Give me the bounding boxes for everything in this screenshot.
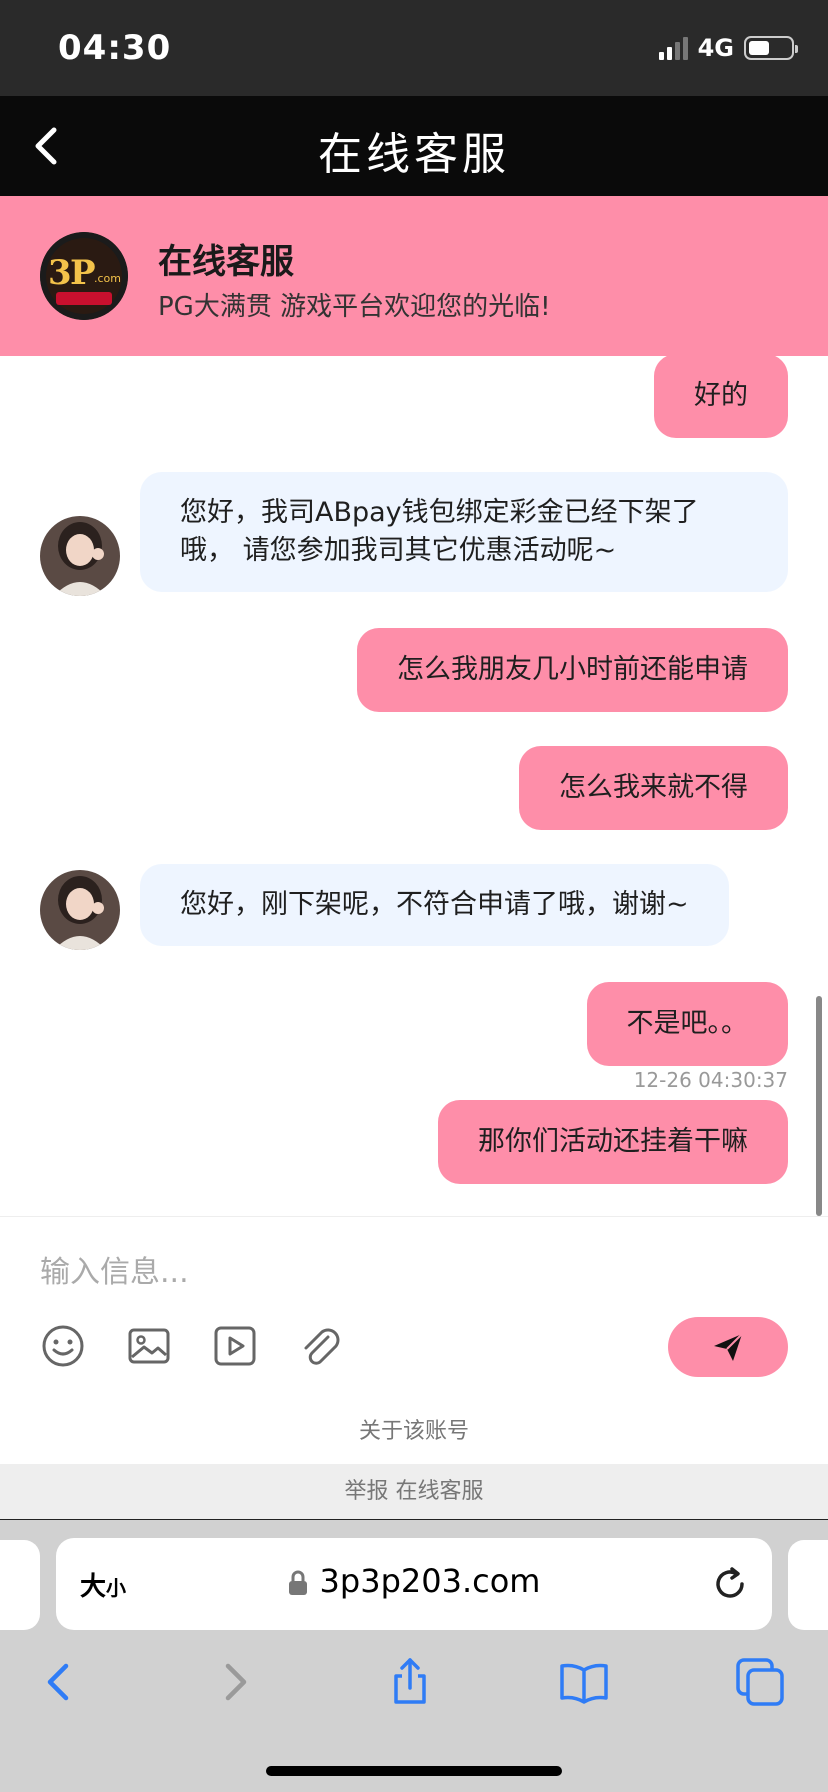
- message-outgoing: 不是吧。。: [586, 982, 788, 1066]
- page-title: 在线客服: [318, 129, 510, 180]
- next-tab-peek[interactable]: [788, 1540, 828, 1630]
- tabs-icon[interactable]: [734, 1656, 786, 1708]
- navigation-bar: 在线客服: [0, 96, 828, 196]
- browser-back-icon[interactable]: [32, 1656, 84, 1708]
- welcome-subtitle: PG大满贯 游戏平台欢迎您的光临!: [158, 292, 551, 322]
- svg-text:.com: .com: [94, 272, 121, 285]
- message-timestamp: 12-26 04:30:37: [633, 1068, 788, 1092]
- home-indicator: [266, 1766, 562, 1776]
- status-bar: 04:30 4G: [0, 0, 828, 96]
- browser-forward-icon[interactable]: [210, 1656, 262, 1708]
- brand-logo: 3 P .com: [40, 232, 128, 320]
- agent-avatar: [40, 870, 120, 950]
- message-composer: 关于该账号: [0, 1216, 828, 1464]
- scrollbar[interactable]: [816, 996, 822, 1216]
- status-time: 04:30: [58, 28, 172, 68]
- reload-icon[interactable]: [710, 1564, 750, 1604]
- agent-name: 在线客服: [158, 242, 294, 282]
- bookmarks-icon[interactable]: [558, 1656, 610, 1708]
- image-icon[interactable]: [126, 1323, 172, 1369]
- network-type: 4G: [697, 34, 734, 62]
- attachment-icon[interactable]: [298, 1323, 344, 1369]
- send-icon: [714, 1333, 743, 1361]
- svg-text:P: P: [70, 253, 96, 293]
- status-indicators: 4G: [658, 34, 798, 62]
- send-button[interactable]: [668, 1317, 788, 1377]
- message-outgoing: 那你们活动还挂着干嘛: [438, 1100, 788, 1184]
- svg-text:3: 3: [48, 253, 72, 293]
- report-link[interactable]: 举报 在线客服: [0, 1464, 828, 1520]
- share-icon[interactable]: [384, 1656, 436, 1708]
- chat-header: 3 P .com 在线客服 PG大满贯 游戏平台欢迎您的光临!: [0, 196, 828, 356]
- message-outgoing: 怎么我朋友几小时前还能申请: [357, 628, 788, 712]
- agent-avatar: [40, 516, 120, 596]
- message-outgoing: 好的: [654, 356, 788, 438]
- message-outgoing: 怎么我来就不得: [519, 746, 788, 830]
- address-bar[interactable]: 大小 3p3p203.com: [56, 1538, 772, 1630]
- message-incoming: 您好，刚下架呢，不符合申请了哦，谢谢~: [140, 864, 729, 946]
- cellular-signal-icon: [658, 36, 688, 60]
- video-icon[interactable]: [212, 1323, 258, 1369]
- browser-chrome: 大小 3p3p203.com: [0, 1520, 828, 1792]
- lock-icon: [288, 1570, 307, 1595]
- battery-icon: [744, 36, 798, 60]
- about-account-link[interactable]: 关于该账号: [0, 1413, 828, 1445]
- message-input[interactable]: [40, 1247, 640, 1297]
- previous-tab-peek[interactable]: [0, 1540, 40, 1630]
- url-text: 3p3p203.com: [319, 1562, 541, 1600]
- message-incoming: 您好，我司ABpay钱包绑定彩金已经下架了哦， 请您参加我司其它优惠活动呢~: [140, 472, 788, 592]
- url-display[interactable]: 3p3p203.com: [56, 1562, 772, 1600]
- emoji-icon[interactable]: [40, 1323, 86, 1369]
- message-list[interactable]: 好的 您好，我司ABpay钱包绑定彩金已经下架了哦， 请您参加我司其它优惠活动呢…: [0, 356, 828, 1216]
